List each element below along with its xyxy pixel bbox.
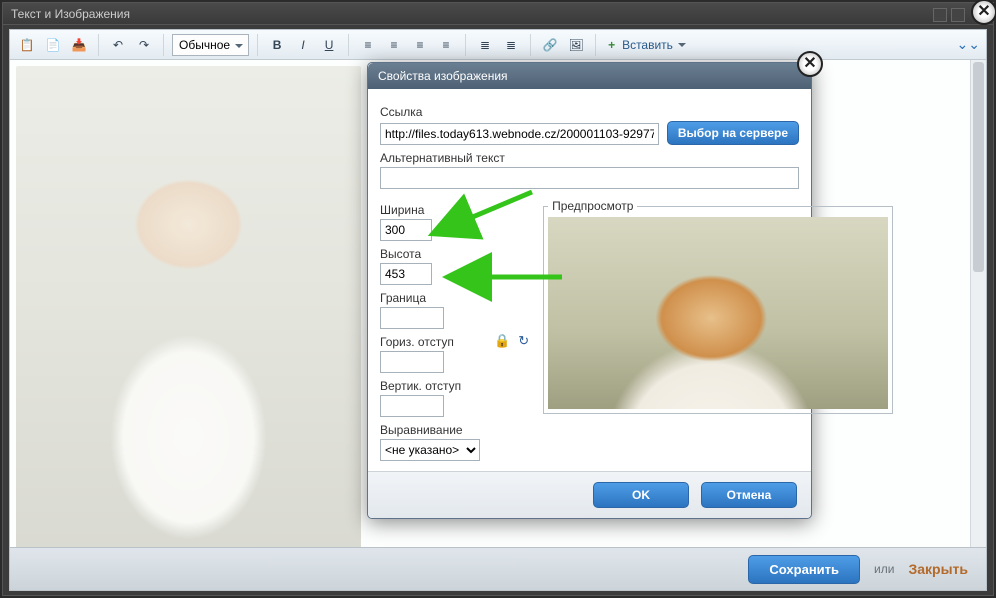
paste-icon[interactable]: 📥 [68,34,90,56]
separator [257,34,258,56]
preview-scrollbox[interactable] [548,217,888,409]
window-close-button[interactable]: ✕ [971,0,996,25]
cancel-button[interactable]: Отмена [701,482,797,508]
image-icon[interactable]: 🖼 [565,34,587,56]
minimize-icon[interactable] [933,8,947,22]
link-icon[interactable]: 🔗 [539,34,561,56]
image-properties-dialog: Свойства изображения ✕ Ссылка Выбор на с… [367,62,812,519]
insert-label: Вставить [622,38,673,52]
separator [530,34,531,56]
align-right-icon[interactable]: ≡ [409,34,431,56]
border-input[interactable] [380,307,444,329]
redo-icon[interactable]: ↷ [133,34,155,56]
undo-icon[interactable]: ↶ [107,34,129,56]
insert-menu[interactable]: Вставить [604,34,691,56]
dimensions-column: Ширина Высота Граница Гориз. отступ Верт… [380,197,480,461]
ordered-list-icon[interactable]: ≣ [474,34,496,56]
width-input[interactable] [380,219,432,241]
underline-icon[interactable]: U [318,34,340,56]
align-left-icon[interactable]: ≡ [357,34,379,56]
border-label: Граница [380,291,480,305]
paragraph-style-select[interactable]: Обычное [172,34,249,56]
footer-or-text: или [874,562,894,576]
footer-close-link[interactable]: Закрыть [908,561,968,577]
vspace-label: Вертик. отступ [380,379,480,393]
separator [348,34,349,56]
window-controls [933,8,965,22]
editor-footer: Сохранить или Закрыть [9,547,987,591]
window-title: Текст и Изображения [3,3,993,25]
align-center-icon[interactable]: ≡ [383,34,405,56]
browse-server-button[interactable]: Выбор на сервере [667,121,799,145]
separator [163,34,164,56]
copy-icon[interactable]: 📄 [42,34,64,56]
scrollbar-thumb[interactable] [973,62,984,272]
lock-aspect-icon[interactable]: 🔒 [494,333,510,349]
collapse-toolbar-icon[interactable]: ⌄⌄ [957,36,980,53]
bold-icon[interactable]: B [266,34,288,56]
vspace-input[interactable] [380,395,444,417]
dialog-close-button[interactable]: ✕ [797,51,823,77]
paragraph-style-label: Обычное [179,38,230,52]
unordered-list-icon[interactable]: ≣ [500,34,522,56]
separator [465,34,466,56]
height-input[interactable] [380,263,432,285]
dialog-footer: OK Отмена [368,471,811,518]
dialog-title: Свойства изображения [368,63,811,89]
inserted-image[interactable] [16,66,361,560]
ok-button[interactable]: OK [593,482,689,508]
align-select[interactable]: <не указано> [380,439,480,461]
preview-legend: Предпросмотр [548,199,637,213]
separator [595,34,596,56]
separator [98,34,99,56]
alt-text-input[interactable] [380,167,799,189]
width-label: Ширина [380,203,480,217]
dialog-body: Ссылка Выбор на сервере Альтернативный т… [368,89,811,471]
cut-icon[interactable]: 📋 [16,34,38,56]
hspace-label: Гориз. отступ [380,335,480,349]
maximize-icon[interactable] [951,8,965,22]
link-input[interactable] [380,123,659,145]
editor-toolbar: 📋 📄 📥 ↶ ↷ Обычное B I U ≡ ≡ ≡ ≡ ≣ ≣ 🔗 🖼 [10,30,986,60]
preview-column: Предпросмотр [543,197,893,461]
link-label: Ссылка [380,105,799,119]
save-button[interactable]: Сохранить [748,555,860,584]
align-justify-icon[interactable]: ≡ [435,34,457,56]
italic-icon[interactable]: I [292,34,314,56]
reset-size-icon[interactable]: ↻ [518,333,529,349]
alt-text-label: Альтернативный текст [380,151,799,165]
dimension-icons: 🔒 ↻ [494,221,529,461]
preview-fieldset: Предпросмотр [543,199,893,414]
preview-image [548,217,888,409]
align-label: Выравнивание [380,423,480,437]
height-label: Высота [380,247,480,261]
vertical-scrollbar[interactable] [970,60,986,560]
hspace-input[interactable] [380,351,444,373]
